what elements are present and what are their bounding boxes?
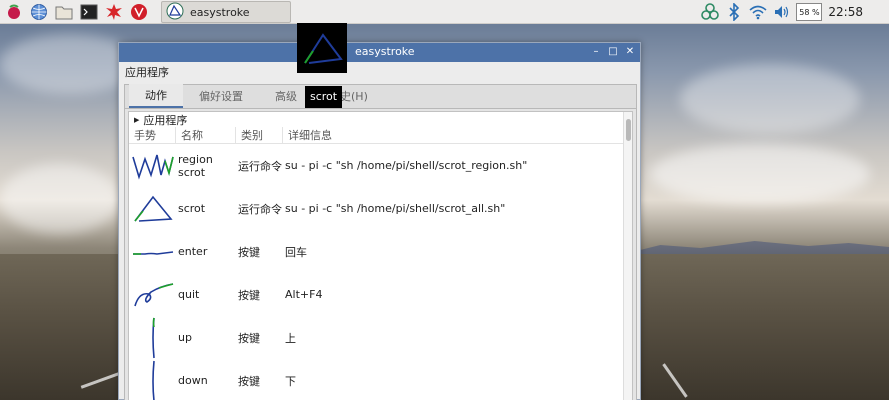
volume-icon[interactable] xyxy=(772,2,792,22)
row-type: 按键 xyxy=(238,288,260,302)
clock[interactable]: 22:58 xyxy=(828,5,863,19)
actions-list: ▶ 应用程序 手势 名称 类别 详细信息 region scrot 运行命令 s… xyxy=(128,111,633,400)
col-gesture[interactable]: 手势 xyxy=(129,126,176,144)
col-type[interactable]: 类别 xyxy=(236,126,283,144)
wolfram-icon[interactable] xyxy=(128,1,150,23)
top-panel: easystroke 58 % 22:58 xyxy=(0,0,889,24)
tab-bar: 动作 偏好设置 高级 历史(H) xyxy=(125,84,636,109)
terminal-icon[interactable] xyxy=(78,1,100,23)
burst-icon[interactable] xyxy=(103,1,125,23)
taskbar-easystroke-button[interactable]: easystroke xyxy=(161,1,291,23)
expander-icon[interactable]: ▶ xyxy=(134,116,139,124)
gesture-up-icon xyxy=(129,316,176,359)
tab-actions[interactable]: 动作 xyxy=(129,84,183,108)
minimize-icon[interactable]: – xyxy=(590,46,602,58)
tooltip: scrot xyxy=(305,86,343,108)
row-detail: 下 xyxy=(285,374,296,388)
gesture-enter-icon xyxy=(129,230,176,273)
notebook: 动作 偏好设置 高级 历史(H) ▶ 应用程序 手势 名称 类别 详细信息 re… xyxy=(124,84,637,400)
vertical-scrollbar[interactable] xyxy=(623,112,632,400)
row-type: 按键 xyxy=(238,331,260,345)
row-detail: su - pi -c "sh /home/pi/shell/scrot_regi… xyxy=(285,159,528,172)
bluetooth-icon[interactable] xyxy=(724,2,744,22)
window-title: easystroke xyxy=(355,45,415,58)
col-detail[interactable]: 详细信息 xyxy=(283,127,632,144)
wifi-icon[interactable] xyxy=(748,2,768,22)
gesture-preview-icon xyxy=(304,33,343,64)
row-name: quit xyxy=(178,288,200,301)
gesture-scrot-icon xyxy=(129,187,176,230)
easystroke-icon xyxy=(166,2,184,23)
folder-icon[interactable] xyxy=(53,1,75,23)
group-label: 应用程序 xyxy=(143,113,188,127)
table-row[interactable]: region scrot 运行命令 su - pi -c "sh /home/p… xyxy=(129,144,632,187)
gesture-down-icon xyxy=(129,359,176,400)
row-detail: 回车 xyxy=(285,245,307,259)
row-name: enter xyxy=(178,245,208,258)
row-type: 运行命令 xyxy=(238,202,282,216)
row-type: 运行命令 xyxy=(238,159,282,173)
menu-app[interactable]: 应用程序 xyxy=(125,64,169,80)
row-name: region scrot xyxy=(178,152,213,179)
row-detail: su - pi -c "sh /home/pi/shell/scrot_all.… xyxy=(285,202,506,215)
table-row[interactable]: down 按键 下 xyxy=(129,359,632,400)
row-type: 按键 xyxy=(238,374,260,388)
raspberry-icon[interactable] xyxy=(3,1,25,23)
network-app-icon[interactable] xyxy=(700,2,720,22)
table-row[interactable]: enter 按键 回车 xyxy=(129,230,632,273)
group-row[interactable]: ▶ 应用程序 xyxy=(129,112,632,127)
row-name: scrot xyxy=(178,202,206,215)
system-tray: 58 % 22:58 xyxy=(700,0,889,24)
close-icon[interactable]: ✕ xyxy=(624,46,636,58)
row-type: 按键 xyxy=(238,245,260,259)
table-row[interactable]: up 按键 上 xyxy=(129,316,632,359)
column-headers: 手势 名称 类别 详细信息 xyxy=(129,126,632,144)
taskbar-app-label: easystroke xyxy=(190,5,250,19)
row-name: down xyxy=(178,374,208,387)
gesture-quit-icon xyxy=(129,273,176,316)
tab-preferences[interactable]: 偏好设置 xyxy=(183,84,259,108)
easystroke-window: easystroke – □ ✕ 应用程序 动作 偏好设置 高级 历史(H) ▶… xyxy=(118,42,641,400)
maximize-icon[interactable]: □ xyxy=(607,46,619,58)
cpu-monitor[interactable]: 58 % xyxy=(796,3,823,21)
gesture-region-scrot-icon xyxy=(129,144,176,187)
table-row[interactable]: quit 按键 Alt+F4 xyxy=(129,273,632,316)
titlebar[interactable]: easystroke – □ ✕ xyxy=(119,43,640,62)
col-name[interactable]: 名称 xyxy=(176,126,236,144)
row-detail: 上 xyxy=(285,331,296,345)
menubar: 应用程序 xyxy=(119,62,640,82)
globe-icon[interactable] xyxy=(28,1,50,23)
scrollbar-thumb[interactable] xyxy=(626,119,631,141)
row-name: up xyxy=(178,331,192,344)
gesture-preview xyxy=(297,23,347,73)
row-detail: Alt+F4 xyxy=(285,288,323,301)
table-row[interactable]: scrot 运行命令 su - pi -c "sh /home/pi/shell… xyxy=(129,187,632,230)
